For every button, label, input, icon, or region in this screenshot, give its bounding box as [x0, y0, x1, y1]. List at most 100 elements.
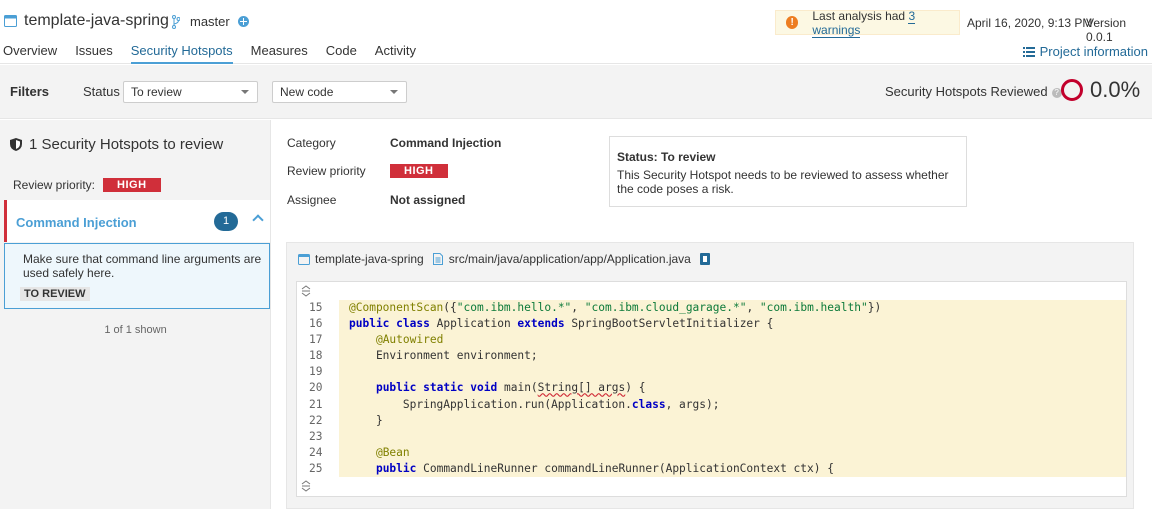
tab-code[interactable]: Code — [326, 43, 357, 64]
line-number[interactable]: 23 — [297, 428, 339, 445]
status-select[interactable]: To review — [123, 81, 258, 103]
code-line: 18 Environment environment; — [297, 348, 1126, 365]
line-source: @Autowired — [339, 332, 1126, 349]
project-nav: Overview Issues Security Hotspots Measur… — [3, 43, 434, 64]
project-information-label[interactable]: Project information — [1040, 44, 1148, 59]
assignee-value[interactable]: Not assigned — [390, 193, 465, 207]
line-source: } — [339, 412, 1126, 429]
line-number[interactable]: 24 — [297, 444, 339, 461]
review-priority-label: Review priority: — [13, 178, 96, 192]
code-file-path: src/main/java/application/app/Applicatio… — [448, 252, 691, 266]
period-select-value: New code — [280, 85, 334, 99]
status-filter-label: Status — [83, 84, 120, 99]
code-line: 16 public class Application extends Sprin… — [297, 316, 1126, 333]
branch-icon — [172, 14, 180, 29]
analysis-warning-banner: ! Last analysis had 3 warnings — [775, 8, 960, 38]
hotspot-list-item[interactable]: Make sure that command line arguments ar… — [4, 243, 270, 309]
project-icon — [298, 253, 310, 265]
hotspot-status-badge: TO REVIEW — [20, 287, 90, 301]
sidebar-header: 1 Security Hotspots to review — [10, 136, 223, 153]
code-line: 24 @Bean — [297, 444, 1126, 461]
category-count-badge: 1 — [214, 212, 238, 231]
project-title[interactable]: template-java-spring — [4, 12, 169, 30]
code-line: 21 SpringApplication.run(Application.cla… — [297, 396, 1126, 413]
line-source: public CommandLineRunner commandLineRunn… — [339, 460, 1126, 478]
line-number[interactable]: 22 — [297, 412, 339, 429]
category-command-injection[interactable]: Command Injection 1 — [4, 200, 270, 242]
copy-link-icon[interactable] — [699, 253, 710, 265]
analysis-date: April 16, 2020, 9:13 PM — [967, 16, 1093, 30]
code-line: 19 — [297, 364, 1126, 381]
code-file: src/main/java/application/app/Applicatio… — [432, 252, 691, 266]
chevron-up-icon[interactable] — [252, 214, 264, 226]
hotspot-message: Make sure that command line arguments ar… — [23, 252, 262, 280]
project-information-link[interactable]: Project information — [1022, 44, 1148, 59]
tab-measures[interactable]: Measures — [251, 43, 308, 64]
line-number[interactable]: 21 — [297, 396, 339, 413]
code-lines: 15 @ComponentScan({"com.ibm.hello.*", "co… — [297, 300, 1126, 478]
category-name[interactable]: Command Injection — [16, 215, 137, 230]
line-source: @ComponentScan({"com.ibm.hello.*", "com.… — [339, 300, 1126, 317]
status-select-value: To review — [131, 85, 182, 99]
priority-badge: HIGH — [103, 178, 161, 192]
line-number[interactable]: 18 — [297, 348, 339, 365]
branch-name[interactable]: master — [190, 14, 230, 29]
line-source: SpringApplication.run(Application.class,… — [339, 396, 1126, 413]
filters-bar: Filters Status To review New code Securi… — [0, 65, 1152, 119]
add-branch-icon[interactable] — [237, 16, 249, 27]
chevron-down-icon — [241, 90, 249, 94]
code-project: template-java-spring — [298, 252, 424, 266]
list-icon — [1022, 46, 1035, 57]
line-number[interactable]: 19 — [297, 364, 339, 381]
warning-prefix: Last analysis had — [812, 8, 909, 23]
reviewed-donut-icon — [1061, 79, 1083, 101]
filters-title: Filters — [10, 84, 50, 99]
project-version: Version 0.0.1 — [1086, 16, 1127, 44]
hotspots-sidebar: 1 Security Hotspots to review Review pri… — [0, 120, 271, 509]
tab-issues[interactable]: Issues — [75, 43, 113, 64]
expand-down-icon[interactable] — [301, 480, 311, 492]
code-breadcrumb: template-java-spring src/main/java/appli… — [298, 252, 710, 266]
line-source: public static void main(String[] args) { — [339, 380, 1126, 397]
code-snippet: 15 @ComponentScan({"com.ibm.hello.*", "co… — [296, 281, 1127, 497]
tab-activity[interactable]: Activity — [375, 43, 416, 64]
reviewed-percentage: 0.0% — [1090, 77, 1141, 102]
code-line: 25 public CommandLineRunner commandLineR… — [297, 460, 1126, 478]
sidebar-title: 1 Security Hotspots to review — [29, 136, 224, 153]
file-icon — [432, 253, 443, 265]
period-select[interactable]: New code — [272, 81, 407, 103]
category-label: Category — [287, 136, 336, 150]
project-name[interactable]: template-java-spring — [24, 12, 169, 30]
line-source — [339, 364, 1126, 381]
review-priority-detail-badge: HIGH — [390, 164, 448, 178]
category-value: Command Injection — [390, 136, 502, 150]
tab-security-hotspots[interactable]: Security Hotspots — [130, 43, 233, 64]
tab-overview[interactable]: Overview — [3, 43, 57, 64]
review-priority-detail-label: Review priority — [287, 164, 366, 178]
line-source: Environment environment; — [339, 348, 1126, 365]
line-number[interactable]: 17 — [297, 332, 339, 349]
warning-text: Last analysis had 3 warnings — [812, 8, 959, 38]
line-number[interactable]: 25 — [297, 460, 339, 478]
code-project-name: template-java-spring — [315, 252, 424, 266]
code-line: 20 public static void main(String[] args… — [297, 380, 1126, 397]
line-number[interactable]: 16 — [297, 316, 339, 333]
code-line: 15 @ComponentScan({"com.ibm.hello.*", "co… — [297, 300, 1126, 317]
code-line: 22 } — [297, 412, 1126, 429]
line-number[interactable]: 20 — [297, 380, 339, 397]
line-number[interactable]: 15 — [297, 300, 339, 317]
shown-count: 1 of 1 shown — [104, 324, 167, 336]
status-box: Status: To review This Security Hotspot … — [609, 136, 967, 207]
expand-up-icon[interactable] — [301, 285, 311, 297]
chevron-down-icon — [390, 90, 398, 94]
code-line: 23 — [297, 428, 1126, 445]
status-title: Status: To review — [617, 150, 716, 164]
hotspots-reviewed-label: Security Hotspots Reviewed? — [885, 84, 1062, 99]
branch-selector[interactable]: master — [172, 14, 249, 29]
review-priority-group: Review priority: HIGH — [13, 178, 161, 192]
line-source: @Bean — [339, 444, 1126, 461]
line-source — [339, 428, 1126, 445]
warning-icon: ! — [786, 16, 799, 29]
code-line: 17 @Autowired — [297, 332, 1126, 349]
code-viewer: template-java-spring src/main/java/appli… — [286, 242, 1134, 509]
